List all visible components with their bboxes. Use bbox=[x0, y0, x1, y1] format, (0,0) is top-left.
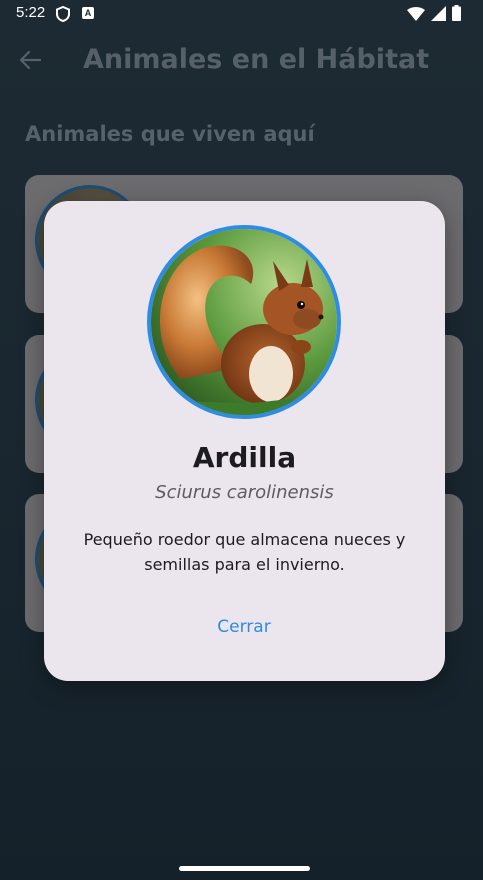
a-icon: A bbox=[82, 7, 94, 19]
section-title: Animales que viven aquí bbox=[25, 122, 315, 146]
animal-name: Ardilla bbox=[192, 441, 297, 474]
animal-avatar bbox=[147, 225, 341, 419]
signal-icon bbox=[431, 5, 446, 25]
status-time: 5:22 bbox=[16, 4, 46, 21]
page-title: Animales en el Hábitat bbox=[83, 44, 430, 75]
wifi-icon bbox=[407, 6, 425, 25]
battery-icon bbox=[452, 5, 461, 25]
app-bar: Animales en el Hábitat bbox=[0, 36, 483, 88]
status-bar: 5:22 A bbox=[0, 0, 483, 28]
animal-description: Pequeño roedor que almacena nueces y sem… bbox=[83, 530, 406, 574]
shield-icon bbox=[56, 5, 70, 26]
status-icons bbox=[407, 5, 461, 25]
animal-detail-dialog: Ardilla Sciurus carolinensis Pequeño roe… bbox=[44, 201, 445, 681]
home-indicator[interactable] bbox=[179, 866, 310, 871]
back-button[interactable] bbox=[14, 48, 46, 76]
back-arrow-icon bbox=[19, 50, 42, 74]
close-button[interactable]: Cerrar bbox=[194, 609, 294, 645]
squirrel-image bbox=[151, 229, 337, 415]
screen: 5:22 A Animales en el Hábitat Animales q… bbox=[0, 0, 483, 880]
scientific-name: Sciurus carolinensis bbox=[155, 482, 334, 503]
